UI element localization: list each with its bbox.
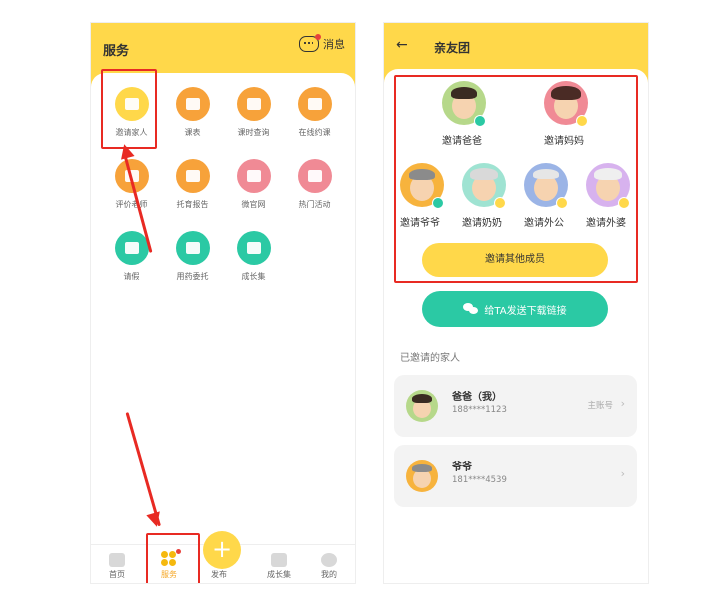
services-screen: 服务 消息 邀请家人 课表 课时查询 在线约课 评价老师 托育报告 微官网 热门…: [90, 22, 356, 584]
member-name: 爸爸（我）: [452, 392, 502, 403]
highlight-box: [101, 69, 157, 149]
service-label: 评价老师: [115, 200, 148, 209]
schedule-icon: [175, 87, 210, 121]
service-label: 在线约课: [298, 128, 331, 137]
service-class-hours[interactable]: 课时查询: [223, 85, 284, 148]
highlight-box: [146, 533, 200, 583]
message-icon: [299, 34, 321, 52]
member-phone: 181****4539: [452, 475, 507, 485]
chevron-right-icon: ›: [620, 397, 625, 410]
tab-label: 成长集: [267, 570, 291, 579]
messages-label: 消息: [323, 38, 345, 51]
service-growth-album[interactable]: 成长集: [223, 229, 284, 292]
member-phone: 188****1123: [452, 405, 507, 415]
service-label: 微官网: [241, 200, 266, 209]
service-leave[interactable]: 请假: [101, 229, 162, 292]
tab-mine[interactable]: 我的: [309, 553, 349, 580]
home-icon: [109, 553, 125, 567]
family-panel: 邀请爸爸 邀请妈妈 邀请爷爷 邀请奶奶 邀请外公 邀请外婆 邀请其他成员 给TA…: [384, 69, 648, 583]
profile-icon: [321, 553, 337, 567]
growth-album-icon: [236, 231, 271, 265]
growth-icon: [271, 553, 287, 567]
grandpa-avatar: [406, 460, 438, 492]
service-label: 托育报告: [176, 200, 209, 209]
medication-icon: [175, 231, 210, 265]
micro-site-icon: [236, 159, 271, 193]
service-label: 请假: [123, 272, 140, 281]
book-class-icon: [297, 87, 332, 121]
tab-home[interactable]: 首页: [97, 553, 137, 580]
notification-dot: [315, 34, 321, 40]
family-group-screen: ← 亲友团 邀请爸爸 邀请妈妈 邀请爷爷 邀请奶奶 邀请外公 邀请外婆 邀请其他…: [383, 22, 649, 584]
service-label: 课时查询: [237, 128, 270, 137]
report-icon: [175, 159, 210, 193]
publish-button[interactable]: +: [203, 531, 241, 569]
service-label: 用药委托: [176, 272, 209, 281]
activity-icon: [297, 159, 332, 193]
tab-growth[interactable]: 成长集: [259, 553, 299, 580]
invited-section-title: 已邀请的家人: [400, 353, 460, 364]
tab-label: 首页: [109, 570, 125, 579]
dad-avatar: [406, 390, 438, 422]
page-title: 服务: [103, 44, 130, 59]
main-account-tag: 主账号: [587, 401, 613, 411]
service-book-class[interactable]: 在线约课: [284, 85, 345, 148]
service-label: 热门活动: [298, 200, 331, 209]
member-name: 爷爷: [452, 462, 472, 473]
page-title: 亲友团: [434, 41, 471, 55]
back-arrow-icon[interactable]: ←: [396, 37, 408, 53]
wechat-icon: [463, 303, 479, 315]
service-report[interactable]: 托育报告: [162, 157, 223, 220]
service-label: 课表: [184, 128, 201, 137]
leave-icon: [114, 231, 149, 265]
send-link-label: 给TA发送下载链接: [484, 305, 567, 317]
messages-button[interactable]: 消息: [299, 34, 345, 52]
chevron-right-icon: ›: [620, 467, 625, 480]
class-hours-icon: [236, 87, 271, 121]
service-micro-site[interactable]: 微官网: [223, 157, 284, 220]
invited-member-row[interactable]: 爷爷 181****4539 ›: [394, 445, 637, 507]
service-schedule[interactable]: 课表: [162, 85, 223, 148]
service-medication[interactable]: 用药委托: [162, 229, 223, 292]
publish-label: 发布: [211, 570, 227, 579]
service-activity[interactable]: 热门活动: [284, 157, 345, 220]
invited-member-row[interactable]: 爸爸（我） 188****1123 主账号 ›: [394, 375, 637, 437]
send-link-button[interactable]: 给TA发送下载链接: [422, 291, 608, 327]
service-label: 成长集: [241, 272, 266, 281]
tab-label: 我的: [321, 570, 337, 579]
highlight-box: [394, 75, 638, 283]
